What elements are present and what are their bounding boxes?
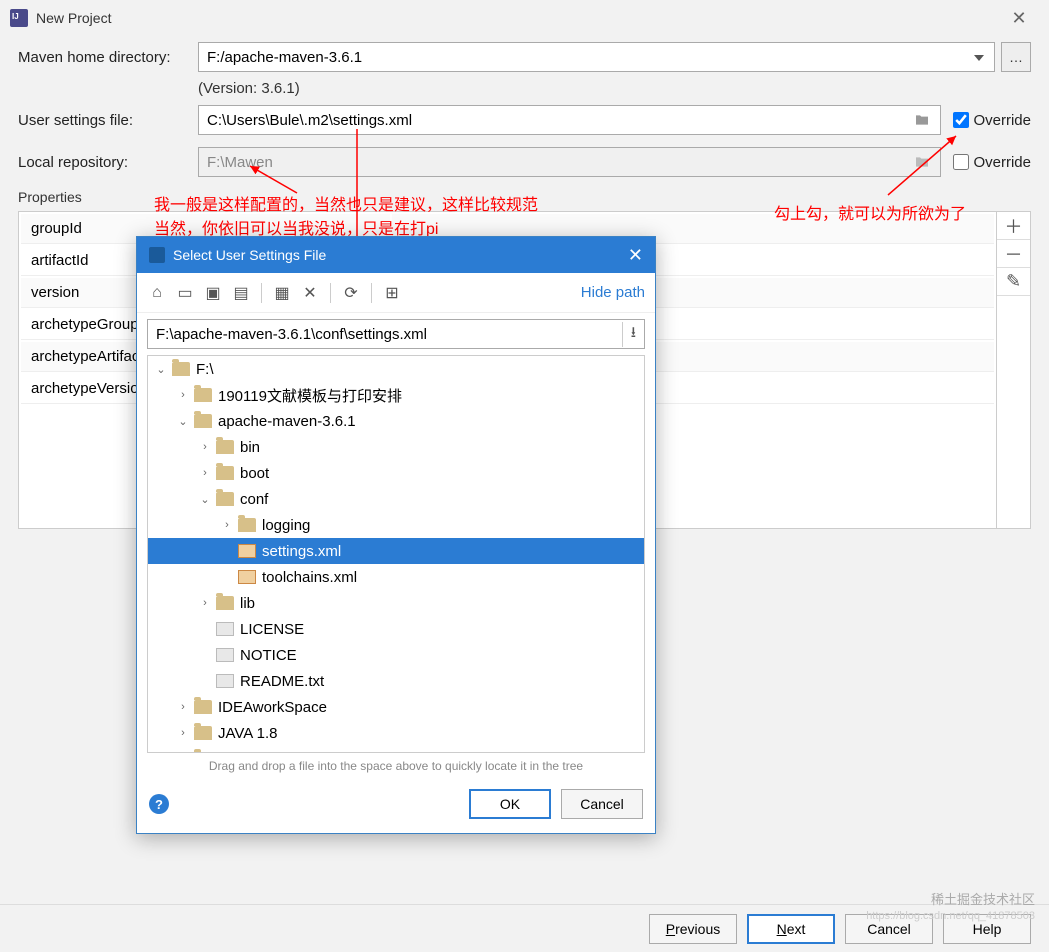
watermark: 稀土掘金技术社区 [931,889,1035,908]
maven-home-dropdown[interactable]: F:/apache-maven-3.6.1 [198,42,995,72]
tree-node[interactable]: ›boot [148,460,644,486]
tree-node[interactable]: NOTICE [148,642,644,668]
tree-node[interactable]: ›lib [148,590,644,616]
tree-hint: Drag and drop a file into the space abov… [137,757,655,781]
history-dropdown-icon[interactable]: ⭳ [622,322,636,347]
app-icon [149,247,165,263]
tree-node[interactable]: ›JAVA 1.8 [148,720,644,746]
dialog-toolbar: ⌂ ▭ ▣ ▤ ▦ ✕ ⟳ ⊞ Hide path [137,273,655,313]
separator [371,283,372,303]
maven-version-text: (Version: 3.6.1) [0,78,1049,99]
ok-button[interactable]: OK [469,789,551,819]
tree-node[interactable]: ⌄conf [148,486,644,512]
folder-icon[interactable] [912,112,932,128]
window-titlebar: New Project ✕ [0,0,1049,36]
close-icon[interactable]: ✕ [628,245,643,266]
tree-node[interactable]: settings.xml [148,538,644,564]
watermark-url: https://blog.csdn.net/qq_41878503 [866,910,1035,922]
user-settings-row: User settings file: C:\Users\Bule\.m2\se… [0,99,1049,141]
file-chooser-dialog: Select User Settings File ✕ ⌂ ▭ ▣ ▤ ▦ ✕ … [136,236,656,834]
tree-node[interactable]: ›bin [148,434,644,460]
new-folder-icon[interactable]: ▦ [272,283,292,303]
local-repo-input: F:\Mawen [198,147,941,177]
user-settings-label: User settings file: [18,112,198,129]
properties-label: Properties [0,183,1049,211]
user-settings-input[interactable]: C:\Users\Bule\.m2\settings.xml [198,105,941,135]
dialog-title: Select User Settings File [173,247,628,263]
close-icon[interactable]: ✕ [999,8,1039,29]
dialog-titlebar: Select User Settings File ✕ [137,237,655,273]
cancel-button[interactable]: Cancel [561,789,643,819]
help-icon[interactable]: ? [149,794,169,814]
local-repo-label: Local repository: [18,154,198,171]
local-repo-override-checkbox[interactable]: Override [953,154,1031,171]
tree-node[interactable]: ›190119文献模板与打印安排 [148,382,644,408]
remove-property-button[interactable]: － [997,240,1030,268]
home-icon[interactable]: ⌂ [147,283,167,303]
separator [330,283,331,303]
local-repo-row: Local repository: F:\Mawen Override [0,141,1049,183]
tree-node[interactable]: README.txt [148,668,644,694]
maven-home-row: Maven home directory: F:/apache-maven-3.… [0,36,1049,78]
tree-node[interactable]: toolchains.xml [148,564,644,590]
dialog-footer: ? OK Cancel [137,781,655,833]
desktop-icon[interactable]: ▭ [175,283,195,303]
user-settings-override-checkbox[interactable]: Override [953,112,1031,129]
maven-home-label: Maven home directory: [18,49,198,66]
path-input[interactable]: F:\apache-maven-3.6.1\conf\settings.xml … [147,319,645,349]
separator [261,283,262,303]
file-tree[interactable]: ⌄F:\›190119文献模板与打印安排⌄apache-maven-3.6.1›… [147,355,645,753]
window-title: New Project [36,10,999,26]
properties-toolbar: ＋ － ✎ [996,212,1030,528]
next-button[interactable]: Next [747,914,835,944]
refresh-icon[interactable]: ⟳ [341,283,361,303]
tree-node[interactable]: ›IDEAworkSpace [148,694,644,720]
previous-button[interactable]: Previous [649,914,737,944]
project-icon[interactable]: ▣ [203,283,223,303]
edit-property-button[interactable]: ✎ [997,268,1030,296]
module-icon[interactable]: ▤ [231,283,251,303]
maven-home-browse-button[interactable]: … [1001,42,1031,72]
delete-icon[interactable]: ✕ [300,283,320,303]
tree-node[interactable]: ⌄apache-maven-3.6.1 [148,408,644,434]
app-icon [10,9,28,27]
tree-node[interactable]: LICENSE [148,616,644,642]
tree-node[interactable]: ⌄F:\ [148,356,644,382]
show-hidden-icon[interactable]: ⊞ [382,283,402,303]
folder-icon [912,154,932,170]
tree-node[interactable]: ›Mawen [148,746,644,753]
tree-node[interactable]: ›logging [148,512,644,538]
hide-path-link[interactable]: Hide path [581,284,645,301]
add-property-button[interactable]: ＋ [997,212,1030,240]
